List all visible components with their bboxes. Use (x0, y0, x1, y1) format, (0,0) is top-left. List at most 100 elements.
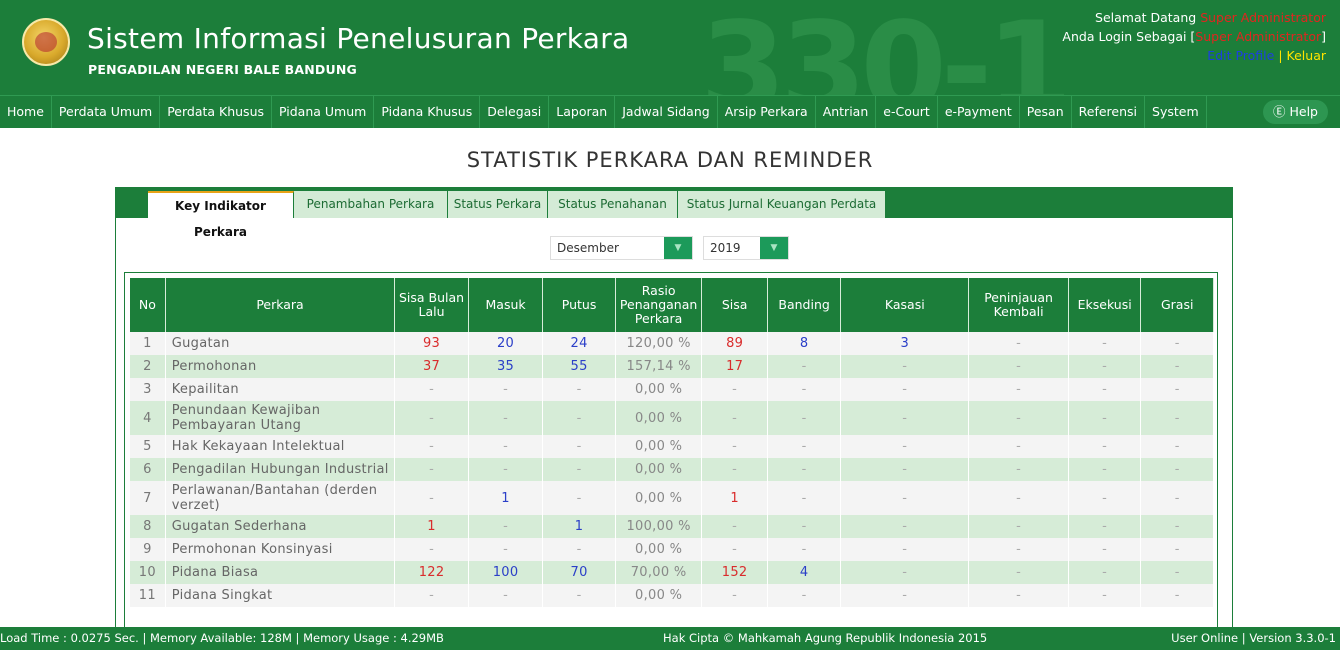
table-row[interactable]: 1 Gugatan 93 20 24 120,00 % 89 8 3- - - (130, 332, 1214, 355)
nav-system[interactable]: System (1145, 96, 1207, 128)
cell-sisa-lalu: 37 (394, 355, 469, 378)
table-row[interactable]: 8 Gugatan Sederhana 1-1 100,00 % - - - - - - (130, 515, 1214, 538)
user-role: Super Administrator (1195, 29, 1322, 44)
col-header-sisa: Sisa (701, 278, 768, 332)
welcome-label: Selamat Datang (1095, 10, 1197, 25)
cell-perkara: Permohonan (165, 355, 396, 378)
cell-sisa-lalu: - (394, 378, 469, 401)
col-header-grasi: Grasi (1140, 278, 1214, 332)
cell-banding: - (767, 378, 842, 401)
load-stats: Load Time : 0.0275 Sec. | Memory Availab… (0, 631, 444, 645)
table-row[interactable]: 3 Kepailitan - - -0,00 % - - - - - - (130, 378, 1214, 401)
table-row[interactable]: 4 Penundaan Kewajiban Pembayaran Utang - - -… (130, 401, 1214, 435)
cell-masuk: - (468, 458, 544, 481)
nav-perdata-umum[interactable]: Perdata Umum (52, 96, 161, 128)
tab-key-indikator-perkara[interactable]: Key Indikator Perkara (148, 191, 294, 239)
cell-sisa-lalu: - (394, 435, 469, 458)
nav-pidana-khusus[interactable]: Pidana Khusus (374, 96, 481, 128)
cell-no: 4 (130, 401, 166, 435)
cell-putus: - (542, 584, 616, 607)
tab-status-penahanan[interactable]: Status Penahanan (548, 191, 678, 218)
cell-perkara: Gugatan Sederhana (165, 515, 396, 538)
cell-banding: - (767, 435, 842, 458)
login-as-label: Anda Login Sebagai [ (1062, 29, 1196, 44)
cell-sisa: - (701, 378, 768, 401)
nav-arsip-perkara[interactable]: Arsip Perkara (718, 96, 816, 128)
court-name: PENGADILAN NEGERI BALE BANDUNG (88, 62, 357, 77)
main-navigation: Home Perdata Umum Perdata Khusus Pidana … (0, 95, 1340, 128)
nav-jadwal-sidang[interactable]: Jadwal Sidang (615, 96, 718, 128)
cell-no: 8 (130, 515, 166, 538)
table-row[interactable]: 2 Permohonan 37 35 55 157,14 % 17- - - - - (130, 355, 1214, 378)
cell-no: 6 (130, 458, 166, 481)
month-select[interactable]: Desember ▼ (550, 236, 693, 260)
cell-pk: - (968, 515, 1069, 538)
user-welcome: Selamat Datang Super Administrator Anda … (1062, 8, 1326, 65)
col-header-kasasi: Kasasi (840, 278, 970, 332)
tab-status-perkara[interactable]: Status Perkara (448, 191, 548, 218)
nav-delegasi[interactable]: Delegasi (480, 96, 550, 128)
year-select[interactable]: 2019 ▼ (703, 236, 789, 260)
page-title: STATISTIK PERKARA DAN REMINDER (466, 148, 874, 172)
app-title: Sistem Informasi Penelusuran Perkara (87, 22, 630, 55)
table-container: No Perkara Sisa Bulan Lalu Masuk Putus R… (124, 272, 1218, 627)
table-row[interactable]: 10 Pidana Biasa 122 100 70 70,00 % 152 4- - - - (130, 561, 1214, 584)
nav-laporan[interactable]: Laporan (549, 96, 616, 128)
nav-pidana-umum[interactable]: Pidana Umum (272, 96, 375, 128)
cell-putus: - (542, 481, 616, 515)
table-row[interactable]: 11 Pidana Singkat - - -0,00 % - - - - - - (130, 584, 1214, 607)
cell-eksekusi: - (1068, 584, 1142, 607)
edit-profile-link[interactable]: Edit Profile (1207, 48, 1274, 63)
cell-masuk: - (468, 401, 544, 435)
cell-perkara: Pengadilan Hubungan Industrial (165, 458, 396, 481)
cell-no: 9 (130, 538, 166, 561)
cell-perkara: Pidana Biasa (165, 561, 396, 584)
cell-pk: - (968, 355, 1069, 378)
cell-rasio: 0,00 % (615, 458, 703, 481)
cell-rasio: 0,00 % (615, 538, 703, 561)
tab-status-jurnal-keuangan-perdata[interactable]: Status Jurnal Keuangan Perdata (678, 191, 886, 218)
nav-antrian[interactable]: Antrian (816, 96, 877, 128)
cell-no: 2 (130, 355, 166, 378)
cell-rasio: 0,00 % (615, 584, 703, 607)
cell-eksekusi: - (1068, 332, 1142, 355)
nav-referensi[interactable]: Referensi (1072, 96, 1146, 128)
nav-home[interactable]: Home (0, 96, 52, 128)
cell-no: 11 (130, 584, 166, 607)
chevron-down-icon[interactable]: ▼ (760, 237, 788, 259)
nav-e-court[interactable]: e-Court (876, 96, 938, 128)
cell-masuk: 1 (468, 481, 544, 515)
cell-grasi: - (1140, 458, 1214, 481)
nav-pesan[interactable]: Pesan (1020, 96, 1072, 128)
table-row[interactable]: 6 Pengadilan Hubungan Industrial - - -0,00 %… (130, 458, 1214, 481)
cell-putus: 1 (542, 515, 616, 538)
cell-pk: - (968, 561, 1069, 584)
cell-sisa-lalu: - (394, 584, 469, 607)
cell-banding: - (767, 401, 842, 435)
cell-grasi: - (1140, 584, 1214, 607)
cell-pk: - (968, 401, 1069, 435)
nav-e-payment[interactable]: e-Payment (938, 96, 1020, 128)
col-header-no: No (130, 278, 166, 332)
cell-rasio: 0,00 % (615, 378, 703, 401)
help-button[interactable]: Ⓔ Help (1263, 100, 1328, 124)
table-row[interactable]: 9 Permohonan Konsinyasi - - -0,00 % - - - - - - (130, 538, 1214, 561)
logout-link[interactable]: Keluar (1287, 48, 1326, 63)
cell-masuk: 20 (468, 332, 544, 355)
cell-eksekusi: - (1068, 458, 1142, 481)
tab-penambahan-perkara[interactable]: Penambahan Perkara (294, 191, 448, 218)
table-row[interactable]: 7 Perlawanan/Bantahan (derden verzet) -1-0… (130, 481, 1214, 515)
cell-masuk: - (468, 435, 544, 458)
cell-rasio: 0,00 % (615, 481, 703, 515)
cell-putus: 70 (542, 561, 616, 584)
cell-sisa: - (701, 458, 768, 481)
cell-rasio: 100,00 % (615, 515, 703, 538)
col-header-sisa-bulan-lalu: Sisa Bulan Lalu (394, 278, 469, 332)
statistics-table: No Perkara Sisa Bulan Lalu Masuk Putus R… (130, 278, 1214, 607)
cell-eksekusi: - (1068, 435, 1142, 458)
copyright: Hak Cipta © Mahkamah Agung Republik Indo… (663, 631, 988, 645)
table-row[interactable]: 5 Hak Kekayaan Intelektual - - -0,00 % - - - - - - (130, 435, 1214, 458)
cell-masuk: - (468, 515, 544, 538)
nav-perdata-khusus[interactable]: Perdata Khusus (160, 96, 273, 128)
chevron-down-icon[interactable]: ▼ (664, 237, 692, 259)
